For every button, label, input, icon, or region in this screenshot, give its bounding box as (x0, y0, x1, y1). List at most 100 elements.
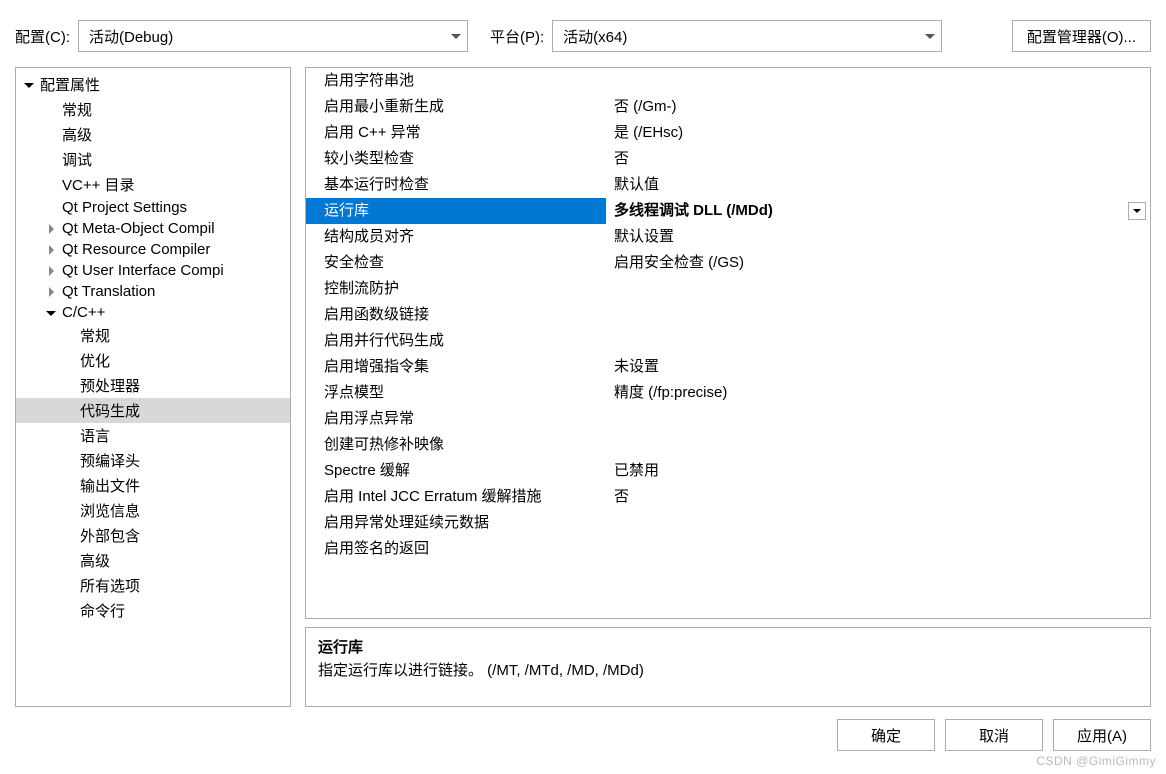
tree-item[interactable]: VC++ 目录 (16, 172, 290, 197)
tree-item[interactable]: Qt Project Settings (16, 197, 290, 218)
property-row[interactable]: 启用增强指令集未设置 (306, 354, 1150, 380)
sidebar-tree[interactable]: 配置属性常规高级调试VC++ 目录Qt Project SettingsQt M… (15, 67, 291, 707)
property-row[interactable]: 创建可热修补映像 (306, 432, 1150, 458)
tree-item[interactable]: Qt Translation (16, 281, 290, 302)
property-key: 创建可热修补映像 (306, 432, 606, 458)
property-row[interactable]: 启用字符串池 (306, 68, 1150, 94)
property-row[interactable]: 启用 C++ 异常是 (/EHsc) (306, 120, 1150, 146)
tree-item-label: 输出文件 (80, 475, 140, 496)
property-row[interactable]: 启用并行代码生成 (306, 328, 1150, 354)
tree-item[interactable]: Qt User Interface Compi (16, 260, 290, 281)
property-value[interactable]: 默认值 (606, 172, 1150, 198)
tree-item[interactable]: 浏览信息 (16, 498, 290, 523)
config-manager-label: 配置管理器(O)... (1027, 26, 1136, 47)
property-value[interactable]: 多线程调试 DLL (/MDd) (606, 198, 1150, 224)
tree-item-label: 代码生成 (80, 400, 140, 421)
property-value[interactable]: 是 (/EHsc) (606, 120, 1150, 146)
property-row[interactable]: 启用异常处理延续元数据 (306, 510, 1150, 536)
property-key: 启用增强指令集 (306, 354, 606, 380)
tree-arrow-closed-icon (44, 264, 58, 278)
property-value[interactable] (606, 276, 1150, 302)
tree-item[interactable]: 高级 (16, 548, 290, 573)
property-value[interactable]: 默认设置 (606, 224, 1150, 250)
tree-item-label: 高级 (80, 550, 110, 571)
property-value[interactable] (606, 302, 1150, 328)
description-title: 运行库 (318, 636, 1138, 657)
property-key: 启用函数级链接 (306, 302, 606, 328)
tree-item[interactable]: 预处理器 (16, 373, 290, 398)
property-row[interactable]: 启用浮点异常 (306, 406, 1150, 432)
ok-button[interactable]: 确定 (837, 719, 935, 751)
config-manager-button[interactable]: 配置管理器(O)... (1012, 20, 1151, 52)
tree-item[interactable]: 预编译头 (16, 448, 290, 473)
property-row[interactable]: 启用 Intel JCC Erratum 缓解措施否 (306, 484, 1150, 510)
tree-arrow-open-icon (44, 306, 58, 320)
property-value[interactable] (606, 536, 1150, 562)
bottom-bar: 确定 取消 应用(A) (0, 707, 1166, 763)
property-value[interactable]: 已禁用 (606, 458, 1150, 484)
tree-item[interactable]: C/C++ (16, 302, 290, 323)
tree-item[interactable]: 所有选项 (16, 573, 290, 598)
property-value[interactable]: 否 (606, 146, 1150, 172)
property-row[interactable]: 启用函数级链接 (306, 302, 1150, 328)
property-row[interactable]: 结构成员对齐默认设置 (306, 224, 1150, 250)
tree-item[interactable]: 调试 (16, 147, 290, 172)
property-row[interactable]: 控制流防护 (306, 276, 1150, 302)
tree-arrow-open-icon (22, 78, 36, 92)
property-value[interactable]: 否 (606, 484, 1150, 510)
config-label: 配置(C): (15, 26, 70, 47)
property-value-dropdown[interactable] (1128, 202, 1146, 220)
tree-item[interactable]: 常规 (16, 323, 290, 348)
property-value[interactable]: 精度 (/fp:precise) (606, 380, 1150, 406)
platform-dropdown[interactable]: 活动(x64) (552, 20, 942, 52)
property-row[interactable]: 较小类型检查否 (306, 146, 1150, 172)
property-value[interactable]: 启用安全检查 (/GS) (606, 250, 1150, 276)
property-value[interactable] (606, 406, 1150, 432)
main-area: 配置属性常规高级调试VC++ 目录Qt Project SettingsQt M… (0, 67, 1166, 707)
property-value[interactable]: 否 (/Gm-) (606, 94, 1150, 120)
tree-item-label: Qt Resource Compiler (62, 241, 210, 258)
cancel-button[interactable]: 取消 (945, 719, 1043, 751)
property-row[interactable]: 安全检查启用安全检查 (/GS) (306, 250, 1150, 276)
property-value[interactable] (606, 510, 1150, 536)
property-value[interactable] (606, 328, 1150, 354)
tree-item-label: 常规 (62, 99, 92, 120)
tree-item-label: 配置属性 (40, 74, 100, 95)
property-row[interactable]: 基本运行时检查默认值 (306, 172, 1150, 198)
property-key: 启用 C++ 异常 (306, 120, 606, 146)
tree-item-label: 优化 (80, 350, 110, 371)
property-key: 启用最小重新生成 (306, 94, 606, 120)
tree-item[interactable]: 外部包含 (16, 523, 290, 548)
tree-item[interactable]: 输出文件 (16, 473, 290, 498)
tree-item[interactable]: Qt Meta-Object Compil (16, 218, 290, 239)
property-grid[interactable]: 启用字符串池启用最小重新生成否 (/Gm-)启用 C++ 异常是 (/EHsc)… (305, 67, 1151, 619)
property-key: 基本运行时检查 (306, 172, 606, 198)
tree-item[interactable]: 命令行 (16, 598, 290, 623)
property-value[interactable] (606, 432, 1150, 458)
property-key: 结构成员对齐 (306, 224, 606, 250)
tree-item[interactable]: 语言 (16, 423, 290, 448)
tree-item[interactable]: 高级 (16, 122, 290, 147)
tree-item[interactable]: 优化 (16, 348, 290, 373)
property-value[interactable] (606, 68, 1150, 94)
tree-arrow-closed-icon (44, 222, 58, 236)
tree-item[interactable]: 配置属性 (16, 72, 290, 97)
tree-item[interactable]: Qt Resource Compiler (16, 239, 290, 260)
tree-item-label: Qt Meta-Object Compil (62, 220, 215, 237)
tree-item[interactable]: 代码生成 (16, 398, 290, 423)
property-key: 启用字符串池 (306, 68, 606, 94)
tree-item[interactable]: 常规 (16, 97, 290, 122)
property-row[interactable]: 启用最小重新生成否 (/Gm-) (306, 94, 1150, 120)
property-row[interactable]: 启用签名的返回 (306, 536, 1150, 562)
tree-item-label: Qt Project Settings (62, 199, 187, 216)
property-row[interactable]: 浮点模型精度 (/fp:precise) (306, 380, 1150, 406)
property-value[interactable]: 未设置 (606, 354, 1150, 380)
apply-button[interactable]: 应用(A) (1053, 719, 1151, 751)
property-row[interactable]: Spectre 缓解已禁用 (306, 458, 1150, 484)
property-row[interactable]: 运行库多线程调试 DLL (/MDd) (306, 198, 1150, 224)
config-dropdown[interactable]: 活动(Debug) (78, 20, 468, 52)
top-bar: 配置(C): 活动(Debug) 平台(P): 活动(x64) 配置管理器(O)… (0, 0, 1166, 67)
apply-label: 应用(A) (1077, 725, 1127, 746)
property-key: 控制流防护 (306, 276, 606, 302)
tree-item-label: Qt User Interface Compi (62, 262, 224, 279)
